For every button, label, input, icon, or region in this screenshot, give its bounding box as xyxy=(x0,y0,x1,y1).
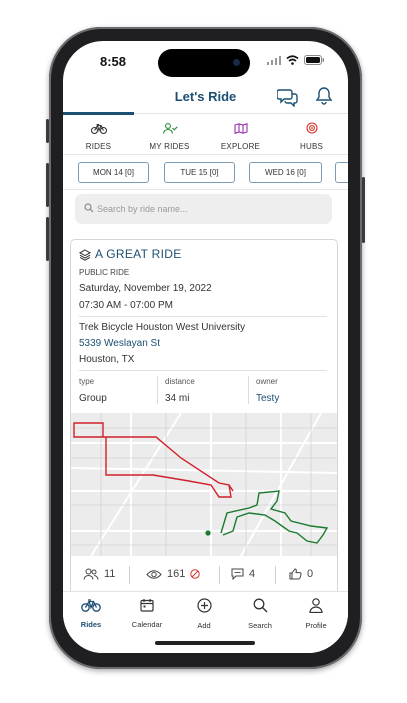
nav-search[interactable]: Search xyxy=(232,598,288,630)
nav-calendar-label: Calendar xyxy=(131,620,163,629)
target-icon xyxy=(305,122,318,134)
comments-count: 4 xyxy=(249,568,256,580)
person-icon xyxy=(309,598,323,614)
divider xyxy=(79,316,327,317)
dynamic-island xyxy=(158,49,250,77)
plus-circle-icon xyxy=(196,598,212,613)
owner-label: owner xyxy=(256,377,278,386)
nav-profile[interactable]: Profile xyxy=(288,598,344,630)
search-placeholder: Search by ride name... xyxy=(97,204,188,214)
search-input[interactable]: Search by ride name... xyxy=(75,194,332,224)
ride-visibility: PUBLIC RIDE xyxy=(79,268,130,277)
bike-icon xyxy=(90,123,107,135)
comment-icon xyxy=(231,568,244,580)
ride-city: Houston, TX xyxy=(79,354,135,365)
notifications-bell-icon[interactable] xyxy=(315,86,333,106)
ride-name[interactable]: A GREAT RIDE xyxy=(95,247,182,261)
start-marker xyxy=(205,530,211,536)
date-chip[interactable]: MON 14 [0] xyxy=(78,162,149,183)
date-chip[interactable]: WED 16 [0] xyxy=(249,162,322,183)
nav-rides[interactable]: Rides xyxy=(63,598,119,629)
page-title: Let's Ride xyxy=(174,89,237,104)
ride-location-name: Trek Bicycle Houston West University xyxy=(79,322,246,333)
eye-icon xyxy=(146,569,162,579)
type-label: type xyxy=(79,377,95,386)
thumbs-up-icon xyxy=(289,568,302,580)
nav-profile-label: Profile xyxy=(305,621,327,630)
nav-rides-label: Rides xyxy=(80,620,102,629)
bike-icon xyxy=(81,599,101,612)
comments-stat[interactable]: 4 xyxy=(231,568,255,580)
ride-date: Saturday, November 19, 2022 xyxy=(79,283,212,294)
tab-my-rides[interactable]: MY RIDES xyxy=(134,121,205,151)
nav-add[interactable]: Add xyxy=(176,598,232,630)
user-check-icon xyxy=(162,123,178,134)
app-header: Let's Ride xyxy=(63,85,348,113)
route-map[interactable] xyxy=(71,413,338,556)
ride-time: 07:30 AM - 07:00 PM xyxy=(79,300,173,311)
nav-search-label: Search xyxy=(248,621,272,630)
chat-icon[interactable] xyxy=(277,87,299,107)
status-time: 8:58 xyxy=(100,54,127,69)
tab-hubs[interactable]: HUBS xyxy=(276,121,347,151)
status-bar: 8:58 xyxy=(63,41,348,85)
tab-my-rides-label: MY RIDES xyxy=(149,142,190,151)
layers-icon xyxy=(79,249,91,261)
no-entry-icon xyxy=(190,569,201,579)
views-stat: 161 xyxy=(146,568,201,580)
battery-icon xyxy=(304,55,324,65)
tab-rides-label: RIDES xyxy=(85,142,112,151)
search-icon xyxy=(84,203,94,213)
divider xyxy=(79,370,327,371)
tab-explore-label: EXPLORE xyxy=(220,142,261,151)
owner-link[interactable]: Testy xyxy=(256,393,279,404)
date-chip[interactable]: TUE 15 [0] xyxy=(164,162,235,183)
nav-calendar[interactable]: Calendar xyxy=(119,598,175,629)
distance-label: distance xyxy=(165,377,195,386)
map-icon xyxy=(233,123,248,134)
distance-value: 34 mi xyxy=(165,393,190,404)
calendar-icon xyxy=(140,599,154,612)
nav-add-label: Add xyxy=(197,621,211,630)
active-tab-indicator xyxy=(63,112,134,115)
divider xyxy=(63,189,348,190)
search-icon xyxy=(253,598,267,613)
ride-card[interactable]: A GREAT RIDE PUBLIC RIDE Saturday, Novem… xyxy=(70,239,338,599)
users-icon xyxy=(83,568,99,580)
tab-hubs-label: HUBS xyxy=(299,142,324,151)
riders-stat[interactable]: 11 xyxy=(83,568,115,580)
ride-tabs: RIDES MY RIDES EXPLORE HUBS xyxy=(63,112,348,155)
likes-stat[interactable]: 0 xyxy=(289,568,313,580)
date-chip-partial[interactable] xyxy=(335,162,348,183)
tab-rides[interactable]: RIDES xyxy=(63,121,134,151)
riders-count: 11 xyxy=(104,568,116,580)
wifi-icon xyxy=(286,55,299,65)
ride-address-link[interactable]: 5339 Weslayan St xyxy=(79,338,160,349)
type-value: Group xyxy=(79,393,107,404)
views-count: 161 xyxy=(167,568,186,580)
date-selector: MON 14 [0] TUE 15 [0] WED 16 [0] xyxy=(63,162,348,184)
likes-count: 0 xyxy=(307,568,314,580)
app-screen: 8:58 Let's Ride RIDES MY RIDES EXPLORE H… xyxy=(63,41,348,653)
signal-icon xyxy=(267,55,281,65)
system-icons xyxy=(267,55,324,65)
home-indicator[interactable] xyxy=(155,641,255,645)
tab-explore[interactable]: EXPLORE xyxy=(205,121,276,151)
ride-stats: 11 161 4 0 xyxy=(71,564,337,588)
